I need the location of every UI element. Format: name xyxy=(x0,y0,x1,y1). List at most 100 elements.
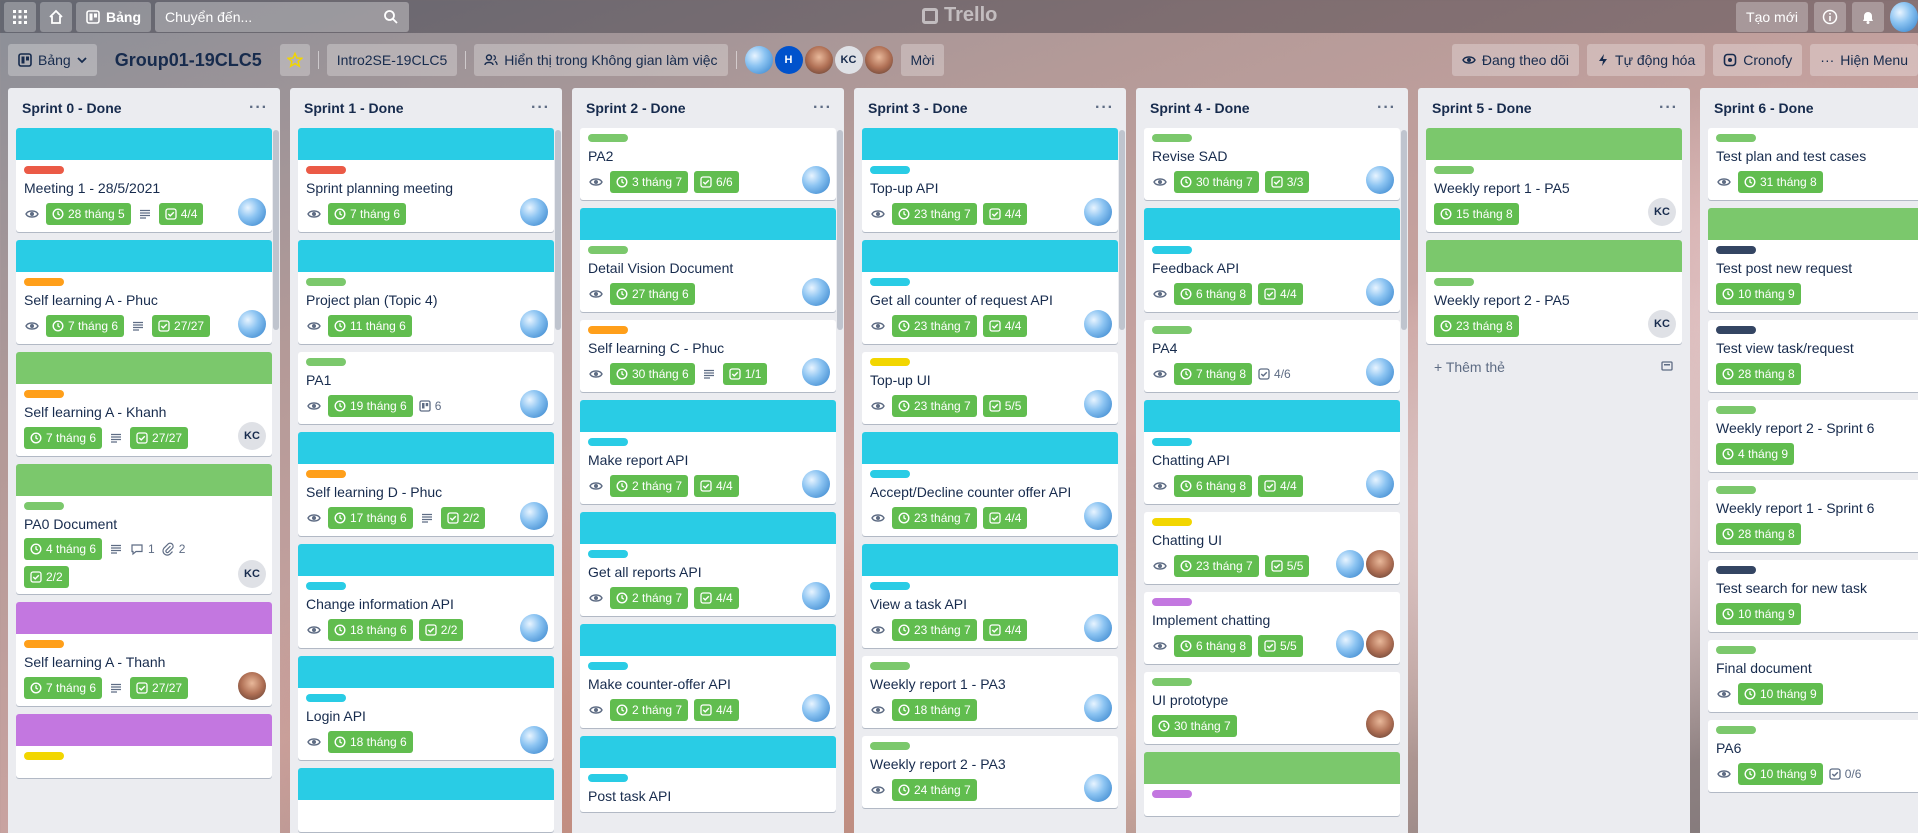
list-scrollbar[interactable] xyxy=(555,130,561,330)
member-avatar[interactable] xyxy=(1084,614,1112,642)
card[interactable] xyxy=(298,768,554,832)
member-avatar[interactable] xyxy=(520,310,548,338)
list-title[interactable]: Sprint 1 - Done xyxy=(304,100,404,116)
card[interactable]: Sprint planning meeting 7 tháng 6 xyxy=(298,128,554,232)
card-label[interactable] xyxy=(588,326,628,334)
card[interactable]: Test plan and test cases 31 tháng 8 xyxy=(1708,128,1918,200)
card-label[interactable] xyxy=(588,438,628,446)
card[interactable]: Test view task/request 28 tháng 8 xyxy=(1708,320,1918,392)
card-label[interactable] xyxy=(1152,678,1192,686)
card-label[interactable] xyxy=(306,694,346,702)
member-avatar[interactable] xyxy=(520,726,548,754)
member-avatar[interactable]: KC xyxy=(834,46,863,74)
member-avatar[interactable] xyxy=(804,46,833,74)
due-date-badge[interactable]: 10 tháng 9 xyxy=(1716,283,1801,305)
due-date-badge[interactable]: 24 tháng 7 xyxy=(892,779,977,801)
list-title[interactable]: Sprint 5 - Done xyxy=(1432,100,1532,116)
apps-grid-button[interactable] xyxy=(4,1,36,32)
list-title[interactable]: Sprint 6 - Done xyxy=(1714,100,1814,116)
list-scrollbar[interactable] xyxy=(1401,130,1407,330)
due-date-badge[interactable]: 3 tháng 7 xyxy=(610,171,689,193)
card-label[interactable] xyxy=(1716,726,1756,734)
member-avatar[interactable] xyxy=(802,694,830,722)
due-date-badge[interactable]: 7 tháng 6 xyxy=(46,315,125,337)
card[interactable]: Self learning D - Phuc 17 tháng 6 2/2 xyxy=(298,432,554,536)
automation-button[interactable]: Tự động hóa xyxy=(1587,44,1706,76)
due-date-badge[interactable]: 30 tháng 7 xyxy=(1174,171,1259,193)
member-avatar[interactable] xyxy=(1366,470,1394,498)
list-menu-icon[interactable]: ··· xyxy=(531,99,550,117)
card-label[interactable] xyxy=(306,278,346,286)
card[interactable]: Weekly report 1 - PA5 15 tháng 8 KC xyxy=(1426,128,1682,232)
card-template-icon[interactable] xyxy=(1660,359,1674,376)
visibility-button[interactable]: Hiển thị trong Không gian làm việc xyxy=(474,44,728,76)
member-avatar[interactable] xyxy=(1084,310,1112,338)
board-view-switcher[interactable]: Bảng xyxy=(8,44,97,76)
member-avatar[interactable] xyxy=(1084,502,1112,530)
list-title[interactable]: Sprint 4 - Done xyxy=(1150,100,1250,116)
member-avatar[interactable] xyxy=(1084,774,1112,802)
card-label[interactable] xyxy=(870,582,910,590)
card[interactable]: Self learning C - Phuc 30 tháng 6 1/1 xyxy=(580,320,836,392)
card-label[interactable] xyxy=(588,774,628,782)
due-date-badge[interactable]: 23 tháng 7 xyxy=(892,619,977,641)
card[interactable]: Change information API 18 tháng 6 2/2 xyxy=(298,544,554,648)
due-date-badge[interactable]: 6 tháng 8 xyxy=(1174,635,1253,657)
card-label[interactable] xyxy=(1434,166,1474,174)
due-date-badge[interactable]: 30 tháng 6 xyxy=(610,363,695,385)
card-label[interactable] xyxy=(1152,246,1192,254)
card-label[interactable] xyxy=(306,470,346,478)
card[interactable]: Weekly report 2 - PA5 23 tháng 8 KC xyxy=(1426,240,1682,344)
card[interactable]: Top-up UI 23 tháng 7 5/5 xyxy=(862,352,1118,424)
card-label[interactable] xyxy=(306,166,346,174)
member-avatar[interactable] xyxy=(1366,710,1394,738)
member-avatar[interactable] xyxy=(802,278,830,306)
card[interactable]: PA1 19 tháng 6 6 xyxy=(298,352,554,424)
card[interactable]: Project plan (Topic 4) 11 tháng 6 xyxy=(298,240,554,344)
member-avatar[interactable] xyxy=(520,390,548,418)
card-label[interactable] xyxy=(306,582,346,590)
member-avatar[interactable] xyxy=(238,310,266,338)
card[interactable]: Detail Vision Document 27 tháng 6 xyxy=(580,208,836,312)
list-scrollbar[interactable] xyxy=(1119,130,1125,330)
due-date-badge[interactable]: 10 tháng 9 xyxy=(1716,603,1801,625)
member-avatar[interactable] xyxy=(238,198,266,226)
due-date-badge[interactable]: 4 tháng 6 xyxy=(24,538,103,560)
due-date-badge[interactable]: 7 tháng 6 xyxy=(24,427,103,449)
member-avatar[interactable]: KC xyxy=(1648,310,1676,338)
card-label[interactable] xyxy=(1716,326,1756,334)
trello-logo[interactable]: Trello xyxy=(922,4,997,27)
card-label[interactable] xyxy=(1152,326,1192,334)
create-button[interactable]: Tạo mới xyxy=(1736,2,1808,32)
card[interactable]: UI prototype 30 tháng 7 xyxy=(1144,672,1400,744)
card[interactable]: View a task API 23 tháng 7 4/4 xyxy=(862,544,1118,648)
card[interactable]: Revise SAD 30 tháng 7 3/3 xyxy=(1144,128,1400,200)
due-date-badge[interactable]: 23 tháng 8 xyxy=(1434,315,1519,337)
due-date-badge[interactable]: 2 tháng 7 xyxy=(610,699,689,721)
card[interactable]: Weekly report 2 - Sprint 6 4 tháng 9 xyxy=(1708,400,1918,472)
board-title[interactable]: Group01-19CLC5 xyxy=(105,50,272,71)
member-avatar[interactable]: KC xyxy=(238,560,266,588)
due-date-badge[interactable]: 18 tháng 6 xyxy=(328,731,413,753)
member-avatar[interactable] xyxy=(520,614,548,642)
member-avatar[interactable] xyxy=(1366,630,1394,658)
watching-button[interactable]: Đang theo dõi xyxy=(1451,44,1580,76)
show-menu-button[interactable]: ··· Hiện Menu xyxy=(1810,44,1918,76)
add-card-button[interactable]: + Thêm thẻ xyxy=(1426,352,1682,382)
member-avatar[interactable] xyxy=(1084,198,1112,226)
member-avatar[interactable] xyxy=(1084,390,1112,418)
card-label[interactable] xyxy=(1716,486,1756,494)
list-title[interactable]: Sprint 3 - Done xyxy=(868,100,968,116)
member-avatar[interactable] xyxy=(1366,358,1394,386)
due-date-badge[interactable]: 23 tháng 7 xyxy=(892,203,977,225)
member-avatar[interactable] xyxy=(520,198,548,226)
card-label[interactable] xyxy=(588,134,628,142)
workspace-button[interactable]: Intro2SE-19CLC5 xyxy=(326,44,458,76)
due-date-badge[interactable]: 11 tháng 6 xyxy=(328,315,412,337)
member-avatar[interactable] xyxy=(744,46,773,74)
card[interactable]: Weekly report 1 - Sprint 6 28 tháng 8 xyxy=(1708,480,1918,552)
card[interactable]: Feedback API 6 tháng 8 4/4 xyxy=(1144,208,1400,312)
member-avatar[interactable] xyxy=(520,502,548,530)
due-date-badge[interactable]: 23 tháng 7 xyxy=(1174,555,1259,577)
card[interactable]: Self learning A - Khanh 7 tháng 6 27/27 KC xyxy=(16,352,272,456)
